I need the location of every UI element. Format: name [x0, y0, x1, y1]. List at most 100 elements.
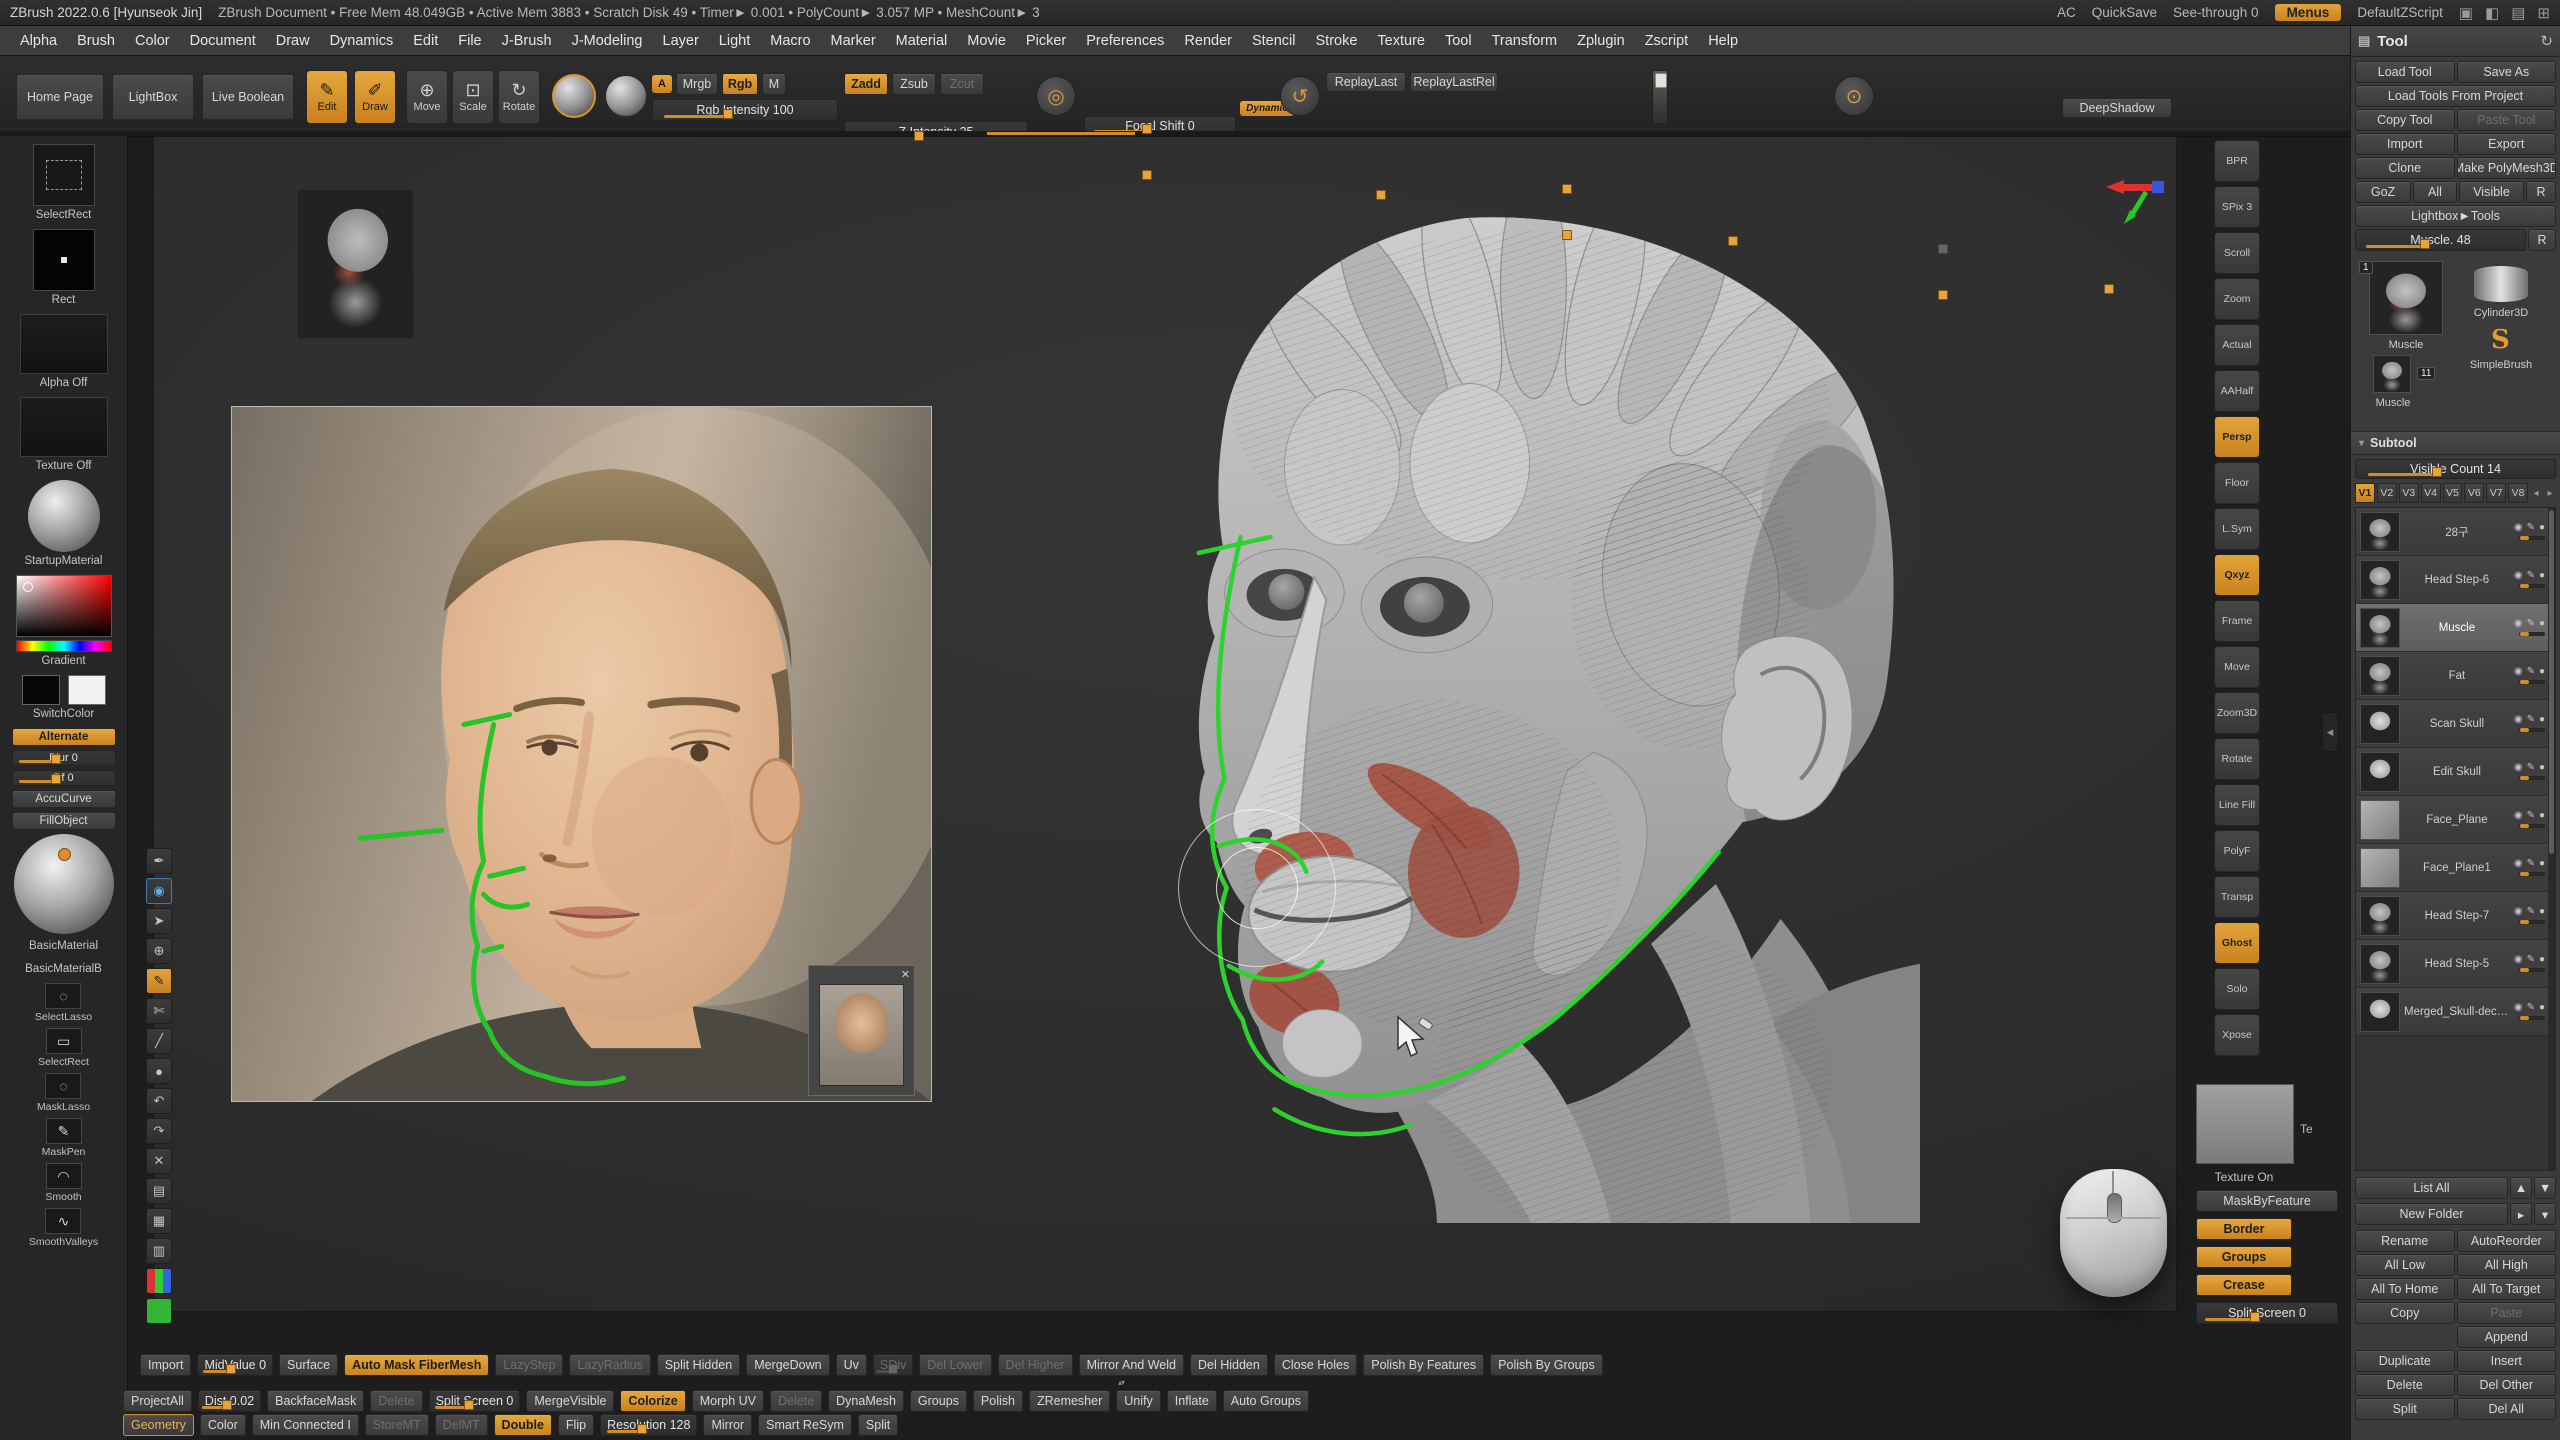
goz-visible-button[interactable]: Visible	[2459, 181, 2524, 203]
texture-preview[interactable]	[2196, 1084, 2294, 1164]
visibility-eye-icon[interactable]: ◉	[146, 878, 172, 904]
subtool-mini-slider[interactable]	[2519, 776, 2545, 780]
restore-config-icon[interactable]: ↻	[2540, 32, 2553, 50]
tabs-left-arrow[interactable]: ◂	[2530, 488, 2542, 499]
version-tab[interactable]: V4	[2421, 483, 2441, 503]
m-button[interactable]: M	[762, 73, 786, 95]
bottom-button[interactable]: Unify	[1116, 1390, 1160, 1412]
subtool-paint-icon[interactable]: ✎	[2527, 715, 2535, 725]
subtool-eye-icon[interactable]: ◉	[2514, 859, 2523, 869]
split-screen-slider[interactable]: Split Screen 0	[2196, 1302, 2338, 1324]
default-zscript-button[interactable]: DefaultZScript	[2357, 5, 2443, 20]
marker-pen-icon[interactable]: ✒	[146, 848, 172, 874]
menu-item[interactable]: Texture	[1367, 30, 1435, 52]
menu-item[interactable]: Material	[886, 30, 958, 52]
reference-thumbnail-panel[interactable]: ✕	[808, 965, 915, 1096]
subtool-section-header[interactable]: ▾ Subtool	[2351, 431, 2560, 455]
menu-item[interactable]: Light	[709, 30, 760, 52]
bottom-button[interactable]: Morph UV	[692, 1390, 764, 1412]
right-shelf-button[interactable]: PolyF	[2214, 830, 2260, 872]
subtool-action-button[interactable]: Append	[2457, 1326, 2557, 1348]
alpha-thumbnail[interactable]	[20, 314, 108, 374]
subtool-paint-icon[interactable]: ✎	[2527, 859, 2535, 869]
menu-item[interactable]: Transform	[1482, 30, 1568, 52]
current-material-button[interactable]	[604, 74, 648, 118]
subtool-row[interactable]: Face_Plane1 ◉ ✎ ●	[2356, 844, 2555, 892]
subtool-paint-icon[interactable]: ✎	[2527, 955, 2535, 965]
bottom-button[interactable]: Close Holes	[1274, 1354, 1357, 1376]
subtool-row[interactable]: Face_Plane ◉ ✎ ●	[2356, 796, 2555, 844]
image-icon[interactable]: ▦	[146, 1208, 172, 1234]
rgb-button[interactable]: Rgb	[722, 73, 758, 95]
bottom-button[interactable]: StoreMT	[365, 1414, 429, 1436]
brush-selectlasso[interactable]: ◌ SelectLasso	[35, 983, 92, 1023]
line-tool-icon[interactable]: ╱	[146, 1028, 172, 1054]
paste-tool-button[interactable]: Paste Tool	[2457, 109, 2557, 131]
menu-item[interactable]: Dynamics	[320, 30, 404, 52]
subtool-thumbnail[interactable]	[2360, 656, 2400, 696]
menu-item[interactable]: Color	[125, 30, 180, 52]
subtool-eye-icon[interactable]: ◉	[2514, 523, 2523, 533]
zcut-button[interactable]: Zcut	[940, 73, 984, 95]
subtool-paint-icon[interactable]: ✎	[2527, 523, 2535, 533]
folder-right-button[interactable]: ▸	[2510, 1203, 2532, 1225]
tray-collapse-arrow[interactable]: ◂	[2322, 712, 2338, 752]
menu-item[interactable]: Document	[180, 30, 266, 52]
groups-button[interactable]: Groups	[2196, 1246, 2292, 1268]
bottom-button[interactable]: DynaMesh	[828, 1390, 904, 1412]
bottom-tray-handle[interactable]: ▴▾	[1118, 1378, 1124, 1387]
subtool-eye-icon[interactable]: ◉	[2514, 1003, 2523, 1013]
subtool-eye-icon[interactable]: ◉	[2514, 907, 2523, 917]
undo-icon[interactable]: ↶	[146, 1088, 172, 1114]
subtool-row[interactable]: Head Step-7 ◉ ✎ ●	[2356, 892, 2555, 940]
visible-count-slider[interactable]: Visible Count 14	[2355, 459, 2556, 479]
bottom-button[interactable]: Polish By Groups	[1490, 1354, 1603, 1376]
folder-fold-button[interactable]: ▾	[2534, 1203, 2556, 1225]
subtool-mini-slider[interactable]	[2519, 680, 2545, 684]
menu-item[interactable]: J-Brush	[492, 30, 562, 52]
draw-button[interactable]: ✐ Draw	[354, 70, 396, 124]
import-button[interactable]: Import	[2355, 133, 2455, 155]
subtool-mini-slider[interactable]	[2519, 1016, 2545, 1020]
select-rect-thumbnail[interactable]	[33, 144, 95, 206]
right-shelf-button[interactable]: AAHalf	[2214, 370, 2260, 412]
version-tab[interactable]: V3	[2399, 483, 2419, 503]
right-shelf-button[interactable]: Persp	[2214, 416, 2260, 458]
subtool-row[interactable]: Merged_Skull-decimation2_5 ◉ ✎ ●	[2356, 988, 2555, 1036]
subtool-action-button[interactable]: AutoReorder	[2457, 1230, 2557, 1252]
subtool-mini-slider[interactable]	[2519, 536, 2545, 540]
subtool-paint-icon[interactable]: ✎	[2527, 763, 2535, 773]
copy-tool-button[interactable]: Copy Tool	[2355, 109, 2455, 131]
brush-smoothvalleys[interactable]: ∿ SmoothValleys	[29, 1208, 98, 1248]
subtool-eye-icon[interactable]: ◉	[2514, 811, 2523, 821]
subtool-sculpt-icon[interactable]: ●	[2539, 715, 2545, 725]
bottom-button[interactable]: Color	[200, 1414, 246, 1436]
list-all-button[interactable]: List All	[2355, 1177, 2508, 1199]
subtool-thumbnail[interactable]	[2360, 848, 2400, 888]
goz-all-button[interactable]: All	[2413, 181, 2457, 203]
subtool-thumbnail[interactable]	[2360, 800, 2400, 840]
subtool-action-button[interactable]: Insert	[2457, 1350, 2557, 1372]
subtool-mini-slider[interactable]	[2519, 584, 2545, 588]
bottom-button[interactable]: Groups	[910, 1390, 967, 1412]
bottom-button[interactable]: Min Connected I	[252, 1414, 359, 1436]
lightbox-tools-button[interactable]: Lightbox►Tools	[2355, 205, 2556, 227]
bottom-button[interactable]: SDiv	[873, 1354, 913, 1376]
subtool-down-button[interactable]: ▼	[2534, 1177, 2556, 1199]
subtool-scrollbar[interactable]	[2548, 508, 2555, 1170]
menu-item[interactable]: Picker	[1016, 30, 1076, 52]
active-color-swatch[interactable]	[146, 1298, 172, 1324]
subtool-eye-icon[interactable]: ◉	[2514, 715, 2523, 725]
border-button[interactable]: Border	[2196, 1218, 2292, 1240]
subtool-mini-slider[interactable]	[2519, 824, 2545, 828]
subtool-paint-icon[interactable]: ✎	[2527, 1003, 2535, 1013]
menu-item[interactable]: Help	[1698, 30, 1748, 52]
menus-button[interactable]: Menus	[2275, 4, 2342, 21]
see-through-slider[interactable]: See-through 0	[2173, 5, 2259, 20]
menu-item[interactable]: Preferences	[1076, 30, 1174, 52]
delete-icon[interactable]: ✕	[146, 1148, 172, 1174]
bottom-button[interactable]: Polish By Features	[1363, 1354, 1484, 1376]
subtool-action-button[interactable]: Delete	[2355, 1374, 2455, 1396]
home-page-button[interactable]: Home Page	[16, 74, 104, 120]
subtool-action-button[interactable]: All To Target	[2457, 1278, 2557, 1300]
